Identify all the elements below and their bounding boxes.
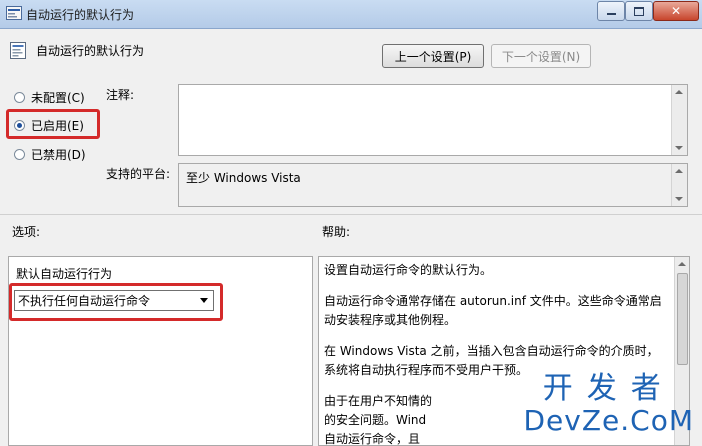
title-bar: 自动运行的默认行为 ✕ (0, 0, 702, 29)
close-icon: ✕ (670, 4, 682, 18)
scroll-down-icon[interactable] (675, 197, 683, 201)
minimize-button[interactable] (597, 1, 625, 21)
comment-textarea[interactable] (178, 84, 688, 156)
close-button[interactable]: ✕ (653, 1, 699, 21)
platform-label: 支持的平台: (106, 167, 171, 181)
comment-scrollbar[interactable] (671, 85, 687, 155)
minimize-icon (606, 13, 616, 15)
autorun-behavior-select[interactable]: 不执行任何自动运行命令 (14, 290, 214, 311)
radio-disabled[interactable]: 已禁用(D) (14, 146, 86, 163)
radio-circle-selected (14, 120, 25, 131)
help-label: 帮助: (322, 225, 351, 239)
radio-not-configured[interactable]: 未配置(C) (14, 89, 85, 106)
section-divider (0, 214, 702, 215)
radio-label: 已启用(E) (31, 119, 84, 133)
policy-setting-icon (10, 42, 26, 59)
maximize-icon (634, 6, 644, 16)
maximize-button[interactable] (625, 1, 653, 21)
options-label: 选项: (12, 225, 41, 239)
scroll-up-icon[interactable] (678, 262, 686, 266)
radio-circle (14, 92, 25, 103)
platform-scrollbar[interactable] (671, 164, 687, 206)
policy-name: 自动运行的默认行为 (36, 44, 145, 58)
radio-label: 已禁用(D) (31, 148, 86, 162)
watermark-en: DevZe.CoM (523, 404, 694, 437)
scroll-up-icon[interactable] (675, 90, 683, 94)
next-setting-button[interactable]: 下一个设置(N) (491, 44, 591, 68)
policy-window-icon (6, 6, 22, 20)
radio-circle (14, 149, 25, 160)
radio-label: 未配置(C) (31, 91, 85, 105)
window-title: 自动运行的默认行为 (26, 8, 135, 22)
help-paragraph: 自动运行命令通常存储在 autorun.inf 文件中。这些命令通常启动安装程序… (324, 294, 662, 327)
platform-value: 至少 Windows Vista (186, 171, 301, 185)
select-value: 不执行任何自动运行命令 (18, 294, 151, 308)
scroll-up-icon[interactable] (675, 169, 683, 173)
scroll-thumb[interactable] (677, 273, 688, 365)
help-paragraph: 设置自动运行命令的默认行为。 (324, 263, 493, 277)
platform-box: 至少 Windows Vista (178, 163, 688, 207)
chevron-down-icon (200, 298, 208, 303)
scroll-down-icon[interactable] (675, 146, 683, 150)
watermark-cn: 开发者 (542, 371, 675, 406)
options-field-label: 默认自动运行行为 (16, 267, 113, 281)
site-watermark: 开发者 DevZe.CoM (523, 372, 694, 436)
comment-label: 注释: (106, 88, 135, 102)
previous-setting-button[interactable]: 上一个设置(P) (382, 44, 484, 68)
radio-enabled[interactable]: 已启用(E) (14, 117, 84, 134)
